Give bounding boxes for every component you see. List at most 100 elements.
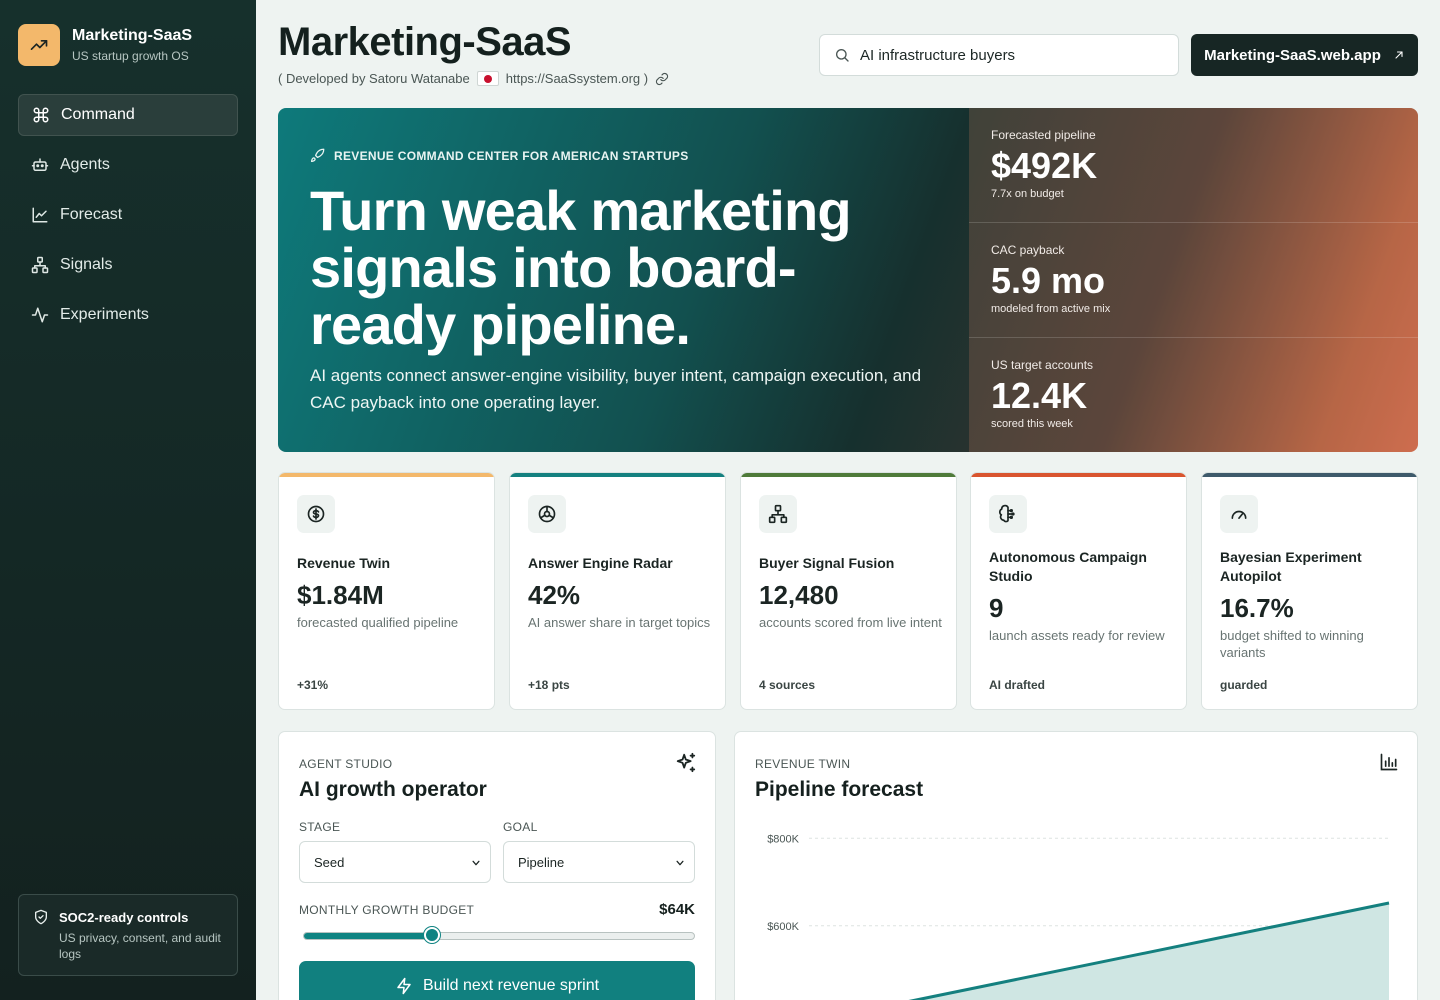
sparkles-icon[interactable] <box>675 752 697 779</box>
card-autonomous-campaign-studio[interactable]: Autonomous Campaign Studio 9 launch asse… <box>970 472 1187 710</box>
stage-select[interactable]: Seed <box>299 841 491 883</box>
budget-label: MONTHLY GROWTH BUDGET <box>299 903 475 917</box>
hero-description: AI agents connect answer-engine visibili… <box>310 366 922 412</box>
sidebar-item-label: Signals <box>60 256 113 273</box>
sidebar-item-label: Forecast <box>60 206 123 223</box>
search-input[interactable]: AI infrastructure buyers <box>819 34 1179 76</box>
brand-subtitle: US startup growth OS <box>72 49 189 63</box>
build-sprint-label: Build next revenue sprint <box>422 977 600 994</box>
sidebar-item-signals[interactable]: Signals <box>18 244 238 286</box>
card-accent <box>971 473 1186 477</box>
feature-cards: Revenue Twin $1.84M forecasted qualified… <box>278 472 1418 710</box>
sidebar: Marketing-SaaS US startup growth OS Comm… <box>0 0 256 1000</box>
budget-slider-fill <box>304 933 434 939</box>
webapp-button[interactable]: Marketing-SaaS.web.app <box>1191 34 1418 76</box>
developer-name: ( Developed by Satoru Watanabe <box>278 71 470 86</box>
card-title: Autonomous Campaign Studio <box>989 549 1147 584</box>
agent-studio-panel: AGENT STUDIO AI growth operator STAGE Se… <box>278 731 716 1000</box>
card-description: forecasted qualified pipeline <box>297 615 459 630</box>
forecast-area <box>916 903 1389 1000</box>
card-footer: guarded <box>1220 678 1268 692</box>
panel-title: Pipeline forecast <box>755 778 924 801</box>
stat-sub: modeled from active mix <box>991 303 1111 315</box>
panel-kicker: REVENUE TWIN <box>755 757 851 771</box>
stat-value: 12.4K <box>991 375 1088 416</box>
hero-kicker: REVENUE COMMAND CENTER FOR AMERICAN STAR… <box>310 148 689 163</box>
panel-title: AI growth operator <box>299 778 487 801</box>
card-footer: 4 sources <box>759 678 816 692</box>
budget-slider-track[interactable] <box>303 932 695 940</box>
card-accent <box>279 473 494 477</box>
pipeline-forecast-chart: $800K$600K$400K <box>767 833 1390 1000</box>
goal-value: Pipeline <box>518 854 565 870</box>
card-answer-engine-radar[interactable]: Answer Engine Radar 42% AI answer share … <box>509 472 726 710</box>
card-accent <box>510 473 725 477</box>
card-title: Revenue Twin <box>297 555 391 571</box>
page-title: Marketing-SaaS <box>278 20 572 64</box>
sidebar-item-command[interactable]: Command <box>18 94 238 136</box>
stat-label: US target accounts <box>991 358 1094 372</box>
lightning-icon <box>397 977 411 995</box>
stat-label: Forecasted pipeline <box>991 128 1096 142</box>
gauge-icon <box>1220 495 1258 533</box>
dollar-icon <box>297 495 335 533</box>
shield-icon <box>35 909 47 925</box>
stat-cac-payback: CAC payback 5.9 mo modeled from active m… <box>969 223 1418 338</box>
card-description: accounts scored from live intent <box>759 615 942 630</box>
budget-slider-thumb[interactable] <box>424 927 441 943</box>
japan-flag-icon <box>476 71 499 86</box>
card-title: Bayesian Experiment Autopilot <box>1220 549 1362 584</box>
sidebar-item-label: Agents <box>60 156 110 173</box>
external-link-icon <box>1395 51 1403 59</box>
hero-banner: REVENUE COMMAND CENTER FOR AMERICAN STAR… <box>278 108 1418 452</box>
search-icon <box>836 49 849 62</box>
card-value: 16.7% <box>1220 593 1294 623</box>
stage-value: Seed <box>314 854 345 870</box>
budget-value: $64K <box>659 901 695 918</box>
card-buyer-signal-fusion[interactable]: Buyer Signal Fusion 12,480 accounts scor… <box>740 472 957 710</box>
card-value: 12,480 <box>759 580 839 610</box>
webapp-label: Marketing-SaaS.web.app <box>1204 46 1381 64</box>
activity-icon <box>30 305 50 325</box>
card-description: AI answer share in target topics <box>528 615 711 630</box>
stat-value: 5.9 mo <box>991 260 1106 301</box>
brain-icon <box>989 495 1027 533</box>
card-accent <box>1202 473 1417 477</box>
stat-forecasted-pipeline: Forecasted pipeline $492K 7.7x on budget <box>969 108 1418 223</box>
card-footer: +18 pts <box>528 678 570 692</box>
sidebar-item-experiments[interactable]: Experiments <box>18 294 238 336</box>
stat-sub: scored this week <box>991 418 1073 430</box>
card-value: 42% <box>528 580 581 610</box>
card-title: Answer Engine Radar <box>528 555 673 571</box>
brand[interactable]: Marketing-SaaS US startup growth OS <box>18 24 192 66</box>
card-value: $1.84M <box>297 580 384 610</box>
stat-value: $492K <box>991 145 1098 186</box>
network-icon <box>30 255 50 275</box>
stage-label: STAGE <box>299 820 341 834</box>
card-title: Buyer Signal Fusion <box>759 555 895 571</box>
sidebar-item-forecast[interactable]: Forecast <box>18 194 238 236</box>
developer-link[interactable]: https://SaaSsystem.org ) <box>506 71 648 86</box>
developer-credit: ( Developed by Satoru Watanabe https://S… <box>278 71 669 86</box>
pipeline-forecast-panel: REVENUE TWIN Pipeline forecast $800K $600… <box>734 731 1418 1000</box>
build-sprint-button[interactable]: Build next revenue sprint <box>299 961 695 1000</box>
brand-name: Marketing-SaaS <box>72 27 193 44</box>
sidebar-item-agents[interactable]: Agents <box>18 144 238 186</box>
sidebar-item-label: Command <box>61 106 135 123</box>
goal-select[interactable]: Pipeline <box>503 841 695 883</box>
sidebar-nav: Command Agents Forecast Signals Experime… <box>18 94 238 344</box>
hero-title: Turn weak marketing signals into board-r… <box>310 179 852 356</box>
line-chart-icon <box>30 205 50 225</box>
compliance-title: SOC2-ready controls <box>59 909 189 925</box>
card-description: launch assets ready for review <box>989 628 1165 643</box>
link-icon[interactable] <box>655 72 669 86</box>
card-revenue-twin[interactable]: Revenue Twin $1.84M forecasted qualified… <box>278 472 495 710</box>
card-footer: AI drafted <box>989 678 1046 692</box>
compliance-subtitle: US privacy, consent, and audit logs <box>59 931 221 961</box>
stat-sub: 7.7x on budget <box>991 188 1064 200</box>
compliance-panel: SOC2-ready controls US privacy, consent,… <box>18 894 238 976</box>
goal-label: GOAL <box>503 820 538 834</box>
card-bayesian-experiment-autopilot[interactable]: Bayesian Experiment Autopilot 16.7% budg… <box>1201 472 1418 710</box>
bar-chart-icon[interactable] <box>1379 752 1399 777</box>
card-accent <box>741 473 956 477</box>
